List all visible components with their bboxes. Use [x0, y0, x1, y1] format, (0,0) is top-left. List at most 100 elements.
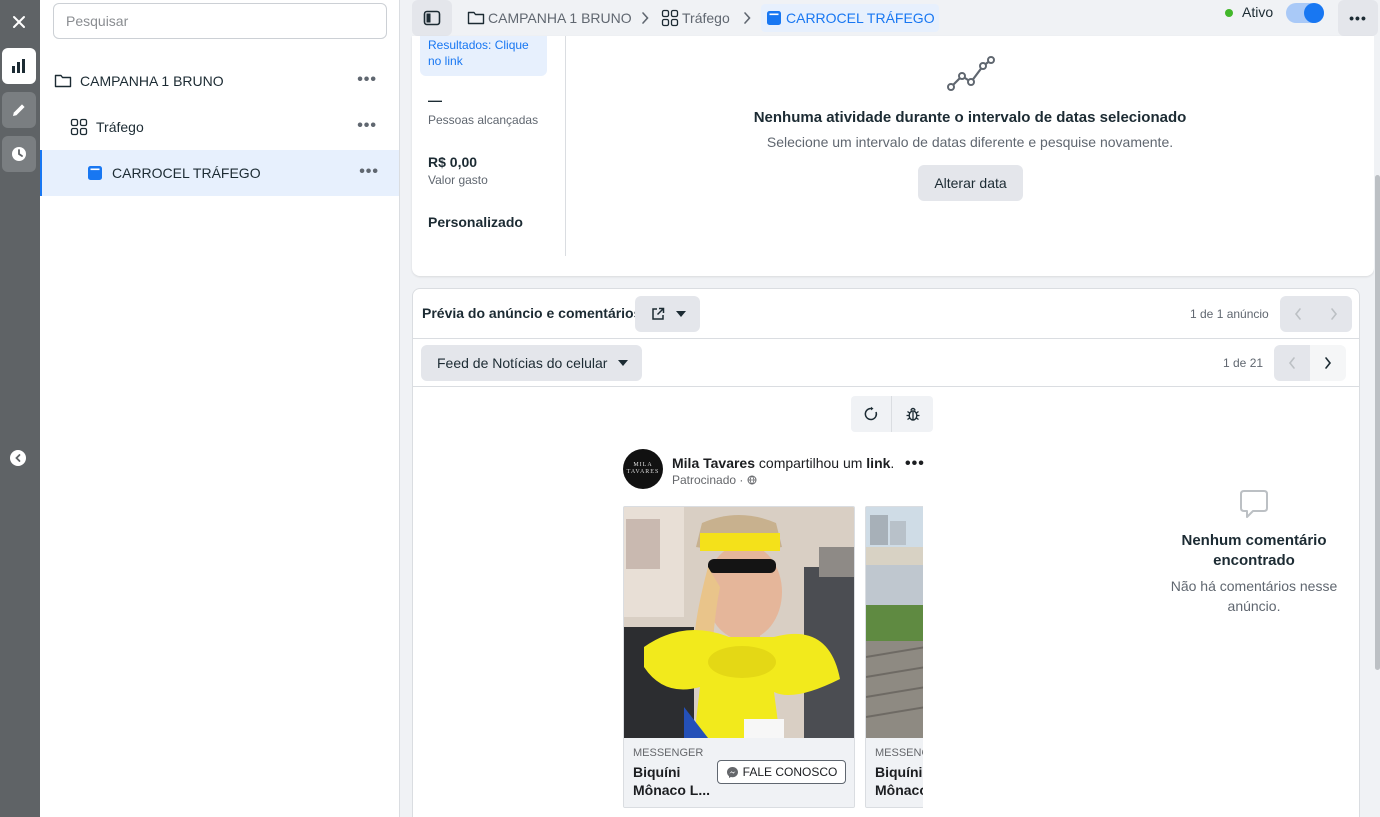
- card-title: Biquíni Mônaco: [875, 764, 923, 798]
- card-footer: MESSENG Biquíni Mônaco: [866, 738, 923, 807]
- more-options-icon[interactable]: •••: [357, 72, 377, 88]
- chevron-left-icon: [15, 454, 21, 462]
- panel-icon: [423, 10, 441, 26]
- spend-value: R$ 0,00: [428, 154, 478, 170]
- top-bar: CAMPANHA 1 BRUNO Tráfego CARROCEL TRÁFEG…: [400, 0, 1380, 36]
- placement-bar: Feed de Notícias do celular 1 de 21: [413, 339, 1359, 387]
- shared-text: compartilhou um: [758, 455, 863, 471]
- placement-count: 1 de 21: [1223, 356, 1264, 370]
- custom-metric-label[interactable]: Personalizado: [428, 214, 523, 230]
- clock-icon: [12, 147, 26, 161]
- close-icon: [13, 16, 25, 28]
- chevron-right-icon: [642, 12, 649, 24]
- page-name[interactable]: Mila Tavares: [672, 455, 755, 471]
- chevron-right-icon: [1331, 308, 1338, 320]
- scrollbar-thumb[interactable]: [1375, 175, 1380, 670]
- breadcrumb-label: Tráfego: [682, 10, 730, 26]
- more-icon: •••: [1349, 10, 1367, 26]
- comment-icon: [1240, 490, 1268, 518]
- chevron-right-icon: [744, 12, 751, 24]
- breadcrumb-label: CAMPANHA 1 BRUNO: [488, 10, 632, 26]
- chevron-right-icon: [1325, 357, 1332, 369]
- previous-ad-button[interactable]: [1280, 296, 1316, 332]
- sponsored-label: Patrocinado ·: [672, 473, 757, 487]
- card-channel: MESSENG: [875, 747, 923, 759]
- rail-edit-button[interactable]: [2, 92, 36, 128]
- card-footer: MESSENGER Biquíni Mônaco L... FALE CONOS…: [624, 738, 854, 807]
- placement-pager: [1274, 345, 1346, 381]
- carousel-card[interactable]: MESSENGER Biquíni Mônaco L... FALE CONOS…: [623, 506, 855, 808]
- change-date-button[interactable]: Alterar data: [918, 165, 1023, 201]
- bug-icon: [906, 407, 919, 421]
- result-label: Resultados: Clique no link: [428, 38, 529, 68]
- campaign-tree-sidebar: CAMPANHA 1 BRUNO ••• Tráfego ••• CARROCE…: [40, 0, 400, 817]
- more-options-icon[interactable]: •••: [359, 164, 379, 180]
- more-options-button[interactable]: •••: [1338, 0, 1378, 36]
- debug-preview-button[interactable]: [892, 396, 933, 432]
- line-chart-icon: [947, 56, 995, 91]
- refresh-preview-button[interactable]: [851, 396, 892, 432]
- tree-item-label: Tráfego: [96, 119, 144, 135]
- tree-item-label: CAMPANHA 1 BRUNO: [80, 73, 224, 89]
- link-word: link: [866, 455, 891, 471]
- ads-manager-app: CAMPANHA 1 BRUNO ••• Tráfego ••• CARROCE…: [0, 0, 1380, 817]
- empty-state-subtitle: Selecione um intervalo de datas diferent…: [766, 134, 1174, 150]
- ad-product-image: [866, 507, 923, 738]
- spend-label: Valor gasto: [428, 173, 488, 187]
- ad-carousel: MESSENGER Biquíni Mônaco L... FALE CONOS…: [623, 506, 923, 808]
- chart-icon: [12, 59, 25, 73]
- ad-product-image: [624, 507, 854, 738]
- messenger-icon: [726, 766, 738, 778]
- breadcrumb-campaign[interactable]: CAMPANHA 1 BRUNO: [467, 6, 632, 30]
- status-label: Ativo: [1242, 4, 1274, 20]
- ad-options-icon[interactable]: •••: [905, 455, 925, 473]
- previous-placement-button[interactable]: [1274, 345, 1310, 381]
- reach-value: —: [428, 92, 442, 108]
- ad-preview-card: Prévia do anúncio e comentários 1 de 1 a…: [412, 288, 1360, 817]
- collapse-rail-button[interactable]: [10, 450, 26, 466]
- result-metric-tile[interactable]: Resultados: Clique no link: [420, 36, 547, 76]
- tree-item-label: CARROCEL TRÁFEGO: [112, 165, 261, 181]
- status-toggle[interactable]: [1286, 3, 1324, 23]
- rail-history-button[interactable]: [2, 136, 36, 172]
- share-preview-button[interactable]: [635, 296, 700, 332]
- toggle-knob: [1304, 3, 1324, 23]
- reach-label: Pessoas alcançadas: [428, 113, 539, 127]
- search-input[interactable]: [53, 3, 387, 39]
- ad-icon: [86, 164, 104, 182]
- carousel-card[interactable]: MESSENG Biquíni Mônaco: [865, 506, 923, 808]
- tree-item-ad[interactable]: CARROCEL TRÁFEGO •••: [40, 150, 399, 196]
- next-ad-button[interactable]: [1316, 296, 1352, 332]
- ad-icon: [765, 9, 783, 27]
- breadcrumb-ad[interactable]: CARROCEL TRÁFEGO: [761, 4, 939, 32]
- empty-state-title: Nenhuma atividade durante o intervalo de…: [753, 109, 1187, 126]
- status-dot: [1225, 9, 1233, 17]
- folder-icon: [54, 72, 72, 90]
- placement-dropdown[interactable]: Feed de Notícias do celular: [421, 345, 642, 381]
- folder-icon: [467, 9, 485, 27]
- header-period: .: [890, 455, 895, 471]
- toggle-panel-button[interactable]: [412, 0, 452, 36]
- cta-button[interactable]: FALE CONOSCO: [717, 760, 846, 784]
- card-channel: MESSENGER: [633, 747, 704, 759]
- rail-performance-button[interactable]: [2, 48, 36, 84]
- preview-tools: [851, 396, 933, 432]
- ad-header-text: Mila Tavares compartilhou um link.: [672, 455, 894, 471]
- chevron-left-icon: [1288, 357, 1295, 369]
- next-placement-button[interactable]: [1310, 345, 1346, 381]
- caret-down-icon: [675, 311, 686, 317]
- chevron-left-icon: [1294, 308, 1301, 320]
- card-title: Biquíni Mônaco L...: [633, 764, 710, 798]
- ad-pager: [1280, 296, 1352, 332]
- breadcrumb-adset[interactable]: Tráfego: [661, 6, 730, 30]
- tree-item-adset[interactable]: Tráfego •••: [40, 104, 399, 150]
- caret-down-icon: [618, 360, 628, 366]
- cta-label: FALE CONOSCO: [742, 765, 838, 779]
- close-button[interactable]: [2, 4, 36, 40]
- comments-empty-subtitle: Não há comentários nesse anúncio.: [1170, 578, 1338, 614]
- more-options-icon[interactable]: •••: [357, 118, 377, 134]
- tree-item-campaign[interactable]: CAMPANHA 1 BRUNO •••: [40, 58, 399, 104]
- pencil-icon: [13, 104, 25, 116]
- performance-card: Resultados: Clique no link — Pessoas alc…: [412, 36, 1374, 276]
- grid-icon: [70, 118, 88, 136]
